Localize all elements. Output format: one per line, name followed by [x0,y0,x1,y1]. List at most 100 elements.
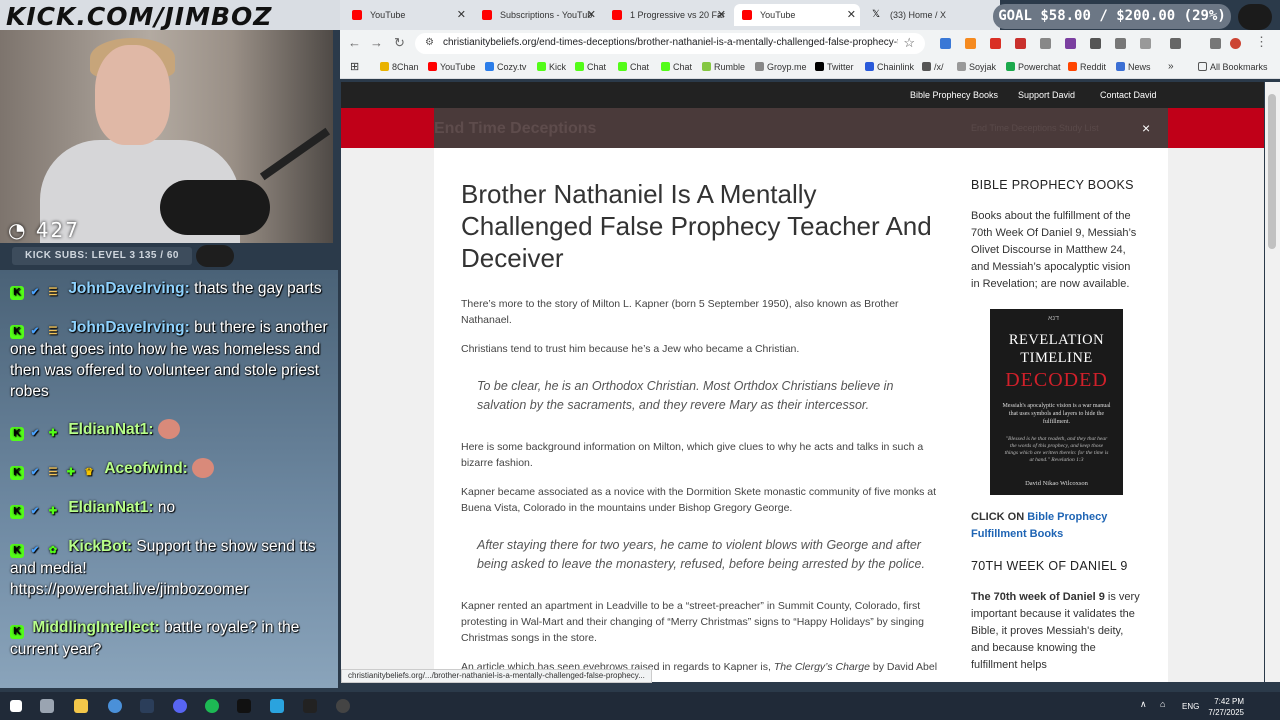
search-placeholder[interactable]: End Time Deceptions Study List [971,123,1099,133]
paragraph: Christians tend to trust him because he’… [461,343,800,355]
tab-close-icon[interactable]: ✕ [847,4,856,26]
bookmark-item[interactable]: YouTube [428,62,475,72]
bookmark-item[interactable]: Twitter [815,62,854,72]
back-icon[interactable]: ← [348,35,361,50]
bookmark-item[interactable]: Reddit [1068,62,1106,72]
nav-link-contact-david[interactable]: Contact David [1100,90,1157,100]
system-tray-icon[interactable]: ∧ [1140,699,1154,713]
chat-message: K MiddlingIntellect: battle royale? in t… [10,617,328,660]
tab-close-icon[interactable]: ✕ [457,4,466,26]
bookmark-item[interactable]: Powerchat [1006,62,1061,72]
network-icon[interactable]: ⌂ [1160,699,1174,713]
scroll-thumb[interactable] [1268,94,1276,249]
browser-toolbar: ← → ↻ ⚙ christianitybeliefs.org/end-time… [340,30,1280,57]
sidebar-icon[interactable] [1210,38,1221,49]
tab-close-icon[interactable]: ✕ [587,4,596,26]
page-scrollbar[interactable] [1265,82,1280,682]
book-cover[interactable]: דנא REVELATION TIMELINE DECODED Messiah'… [990,309,1123,495]
clock[interactable]: 7:42 PM 7/27/2025 [1204,696,1244,718]
extension-icon[interactable] [990,38,1001,49]
bookmark-item[interactable]: Chat [661,62,692,72]
site-section-title[interactable]: End Time Deceptions [434,120,596,138]
task-view-icon[interactable] [40,699,54,713]
address-bar[interactable]: ⚙ christianitybeliefs.org/end-times-dece… [415,33,925,54]
terminal-icon[interactable] [237,699,251,713]
article: Brother Nathaniel Is A Mentally Challeng… [461,178,943,682]
news-icon [1116,62,1125,71]
bookmark-item[interactable]: Chat [618,62,649,72]
spotify-icon[interactable] [205,699,219,713]
emote-icon [192,458,215,478]
extension-icon[interactable] [1115,38,1126,49]
forward-icon[interactable]: → [370,35,383,50]
extension-icon[interactable] [1090,38,1101,49]
extension-icon[interactable] [940,38,951,49]
reload-icon[interactable]: ↻ [394,35,405,51]
webcam-feed [0,30,333,243]
bookmark-item[interactable]: Rumble [702,62,745,72]
browser-tab[interactable]: 𝕏 (33) Home / X [864,4,990,26]
browser-tab[interactable]: YouTube ✕ [344,4,470,26]
puzzle-icon[interactable] [1140,38,1151,49]
metamask-icon[interactable] [965,38,976,49]
bookmark-icon [380,62,389,71]
bookmark-item[interactable]: News [1116,62,1151,72]
youtube-icon [482,10,492,20]
bookmark-item[interactable]: Kick [537,62,566,72]
discord-icon[interactable] [173,699,187,713]
language-indicator[interactable]: ENG [1182,702,1199,711]
sub-badge-icon: ☰ [48,326,58,337]
browser-tab-active[interactable]: YouTube ✕ [734,4,860,26]
windows-start-icon[interactable] [10,700,22,712]
content-area: Brother Nathaniel Is A Mentally Challeng… [434,148,1168,682]
nav-link-support-david[interactable]: Support David [1018,90,1075,100]
bookmark-item[interactable]: Cozy.tv [485,62,526,72]
bookmark-item[interactable]: Chainlink [865,62,914,72]
app-icon[interactable] [303,699,317,713]
chat-message: K ✔ ☰ JohnDaveIrving: thats the gay parts [10,278,328,300]
viewer-icon: ◔ [8,218,36,242]
bookmark-icon [922,62,931,71]
bookmark-item[interactable]: Soyjak [957,62,996,72]
paragraph: Kapner rented an apartment in Leadville … [461,600,924,644]
url-text[interactable]: christianitybeliefs.org/end-times-decept… [443,37,898,48]
apps-grid-icon[interactable]: ⊞ [350,60,359,73]
bookmarks-overflow-icon[interactable]: » [1168,61,1174,72]
tab-close-icon[interactable]: ✕ [717,4,726,26]
extension-icon[interactable] [1040,38,1051,49]
menu-kebab-icon[interactable]: ⋮ [1255,34,1268,50]
profile-avatar-icon[interactable] [1230,38,1241,49]
article-title: Brother Nathaniel Is A Mentally Challeng… [461,179,932,273]
youtube-icon [428,62,437,71]
telegram-icon[interactable] [270,699,284,713]
chat-message: K ✔ ☰ ✚ ♛ Aceofwind: [10,458,328,480]
paragraph: There’s more to the story of Milton L. K… [461,298,899,326]
sub-goal-bar: KICK SUBS: LEVEL 3 135 / 60 [12,247,192,265]
file-explorer-icon[interactable] [74,699,88,713]
sidebar-text: The 70th week of Daniel 9 is very import… [971,591,1140,671]
chrome-icon[interactable] [108,699,122,713]
bookmark-item[interactable]: Groyp.me [755,62,807,72]
chainlink-icon [865,62,874,71]
obs-icon[interactable] [336,699,350,713]
bookmark-item[interactable]: 8Chan [380,62,419,72]
site-info-icon[interactable]: ⚙ [425,37,434,48]
nav-link-bible-prophecy-books[interactable]: Bible Prophecy Books [910,90,998,100]
steam-icon[interactable] [140,699,154,713]
all-bookmarks-button[interactable]: All Bookmarks [1198,62,1268,72]
bookmark-icon [485,62,494,71]
streamer-logo-icon [1238,4,1272,30]
browser-tab[interactable]: Subscriptions - YouTub ✕ [474,4,600,26]
extension-icon[interactable] [1015,38,1026,49]
verified-badge-icon: ✔ [30,287,40,298]
browser-tab[interactable]: 1 Progressive vs 20 Far ✕ [604,4,730,26]
streamer-head [95,45,170,145]
tab-search-icon[interactable] [1170,38,1181,49]
bookmark-item[interactable]: Chat [575,62,606,72]
extension-icon[interactable] [1065,38,1076,49]
close-icon[interactable]: × [1142,120,1150,136]
blockquote: After staying there for two years, he ca… [477,538,925,571]
bookmark-star-icon[interactable]: ☆ [903,35,915,51]
book-tagline: Messiah's apocalyptic vision is a war ma… [1002,403,1111,425]
bookmark-item[interactable]: /x/ [922,62,944,72]
